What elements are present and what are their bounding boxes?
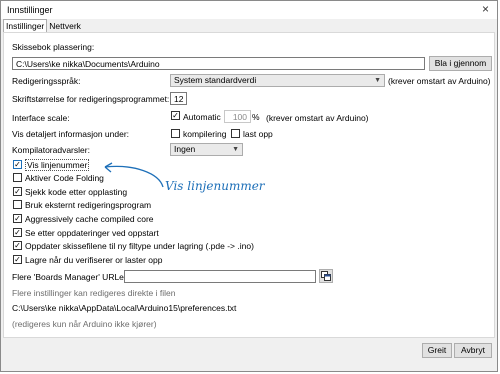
window-title: Innstillinger — [7, 5, 53, 15]
chevron-down-icon: ▼ — [374, 77, 381, 84]
browse-button[interactable]: Bla i gjennom — [429, 56, 492, 71]
settings-panel: Skissebok plassering: C:\Users\ke nikka\… — [3, 32, 495, 338]
sketchbook-label: Skissebok plassering: — [12, 42, 95, 52]
verbose-upload-checkbox[interactable] — [231, 129, 240, 138]
compiler-warnings-label: Kompilatoradvarsler: — [12, 145, 90, 155]
interface-scale-label: Interface scale: — [12, 113, 70, 123]
annotation-arrow — [104, 162, 164, 188]
code-folding-checkbox[interactable] — [13, 173, 22, 182]
language-restart-note: (krever omstart av Arduino) — [388, 76, 491, 86]
external-editor-checkbox[interactable] — [13, 200, 22, 209]
preferences-window: Innstillinger × Instillinger Nettverk Ski… — [0, 0, 498, 372]
font-size-label: Skriftstørrelse for redigeringsprogramme… — [12, 94, 170, 104]
tab-network[interactable]: Nettverk — [47, 20, 83, 32]
title-bar: Innstillinger × — [1, 1, 497, 19]
compiler-warnings-value: Ingen — [174, 144, 196, 154]
external-editor-label: Bruk eksternt redigeringsprogram — [25, 200, 152, 210]
ok-button[interactable]: Greit — [422, 343, 452, 358]
edit-when-closed-note: (redigeres kun når Arduino ikke kjører) — [12, 319, 157, 329]
cache-core-label: Aggressively cache compiled core — [25, 214, 154, 224]
tab-settings[interactable]: Instillinger — [3, 19, 48, 32]
verify-after-upload-checkbox[interactable]: ✓ — [13, 187, 22, 196]
tab-strip: Instillinger Nettverk — [3, 19, 83, 33]
cache-core-checkbox[interactable]: ✓ — [13, 214, 22, 223]
language-select[interactable]: System standardverdi ▼ — [170, 74, 385, 87]
language-label: Redigeringsspråk: — [12, 76, 81, 86]
boards-manager-label: Flere 'Boards Manager' URLer: — [12, 272, 130, 282]
save-on-verify-checkbox[interactable]: ✓ — [13, 255, 22, 264]
verbose-compile-checkbox[interactable] — [171, 129, 180, 138]
boards-url-window-icon[interactable] — [319, 269, 333, 283]
sketchbook-path-field[interactable]: C:\Users\ke nikka\Documents\Arduino — [12, 57, 425, 70]
check-updates-checkbox[interactable]: ✓ — [13, 228, 22, 237]
verbose-label: Vis detaljert informasjon under: — [12, 129, 130, 139]
save-on-verify-label: Lagre når du verifiserer or laster opp — [25, 255, 163, 265]
verbose-compile-label: kompilering — [183, 129, 227, 139]
scale-restart-note: (krever omstart av Arduino) — [266, 113, 369, 123]
verbose-upload-label: last opp — [243, 129, 273, 139]
font-size-field[interactable]: 12 — [170, 92, 187, 105]
automatic-scale-label: Automatic — [183, 112, 221, 122]
scale-percent-field[interactable]: 100 — [224, 110, 251, 123]
compiler-warnings-select[interactable]: Ingen ▼ — [170, 143, 243, 156]
chevron-down-icon: ▼ — [232, 146, 239, 153]
automatic-scale-checkbox[interactable]: ✓ — [171, 111, 180, 120]
scale-percent-unit: % — [252, 112, 260, 122]
language-value: System standardverdi — [174, 75, 257, 85]
show-line-numbers-label: Vis linjenummer — [25, 159, 90, 171]
cancel-button[interactable]: Avbryt — [454, 343, 492, 358]
boards-manager-url-field[interactable] — [124, 270, 316, 283]
check-updates-label: Se etter oppdateringer ved oppstart — [25, 228, 159, 238]
annotation-label: Vis linjenummer — [165, 179, 265, 193]
update-extension-label: Oppdater skissefilene til ny filtype und… — [25, 241, 254, 251]
more-preferences-note: Flere instillinger kan redigeres direkte… — [12, 288, 176, 298]
show-line-numbers-checkbox[interactable]: ✓ — [13, 160, 22, 169]
close-icon[interactable]: × — [482, 3, 489, 15]
preferences-file-path[interactable]: C:\Users\ke nikka\AppData\Local\Arduino1… — [12, 303, 236, 313]
update-extension-checkbox[interactable]: ✓ — [13, 241, 22, 250]
code-folding-label: Aktiver Code Folding — [25, 173, 104, 183]
